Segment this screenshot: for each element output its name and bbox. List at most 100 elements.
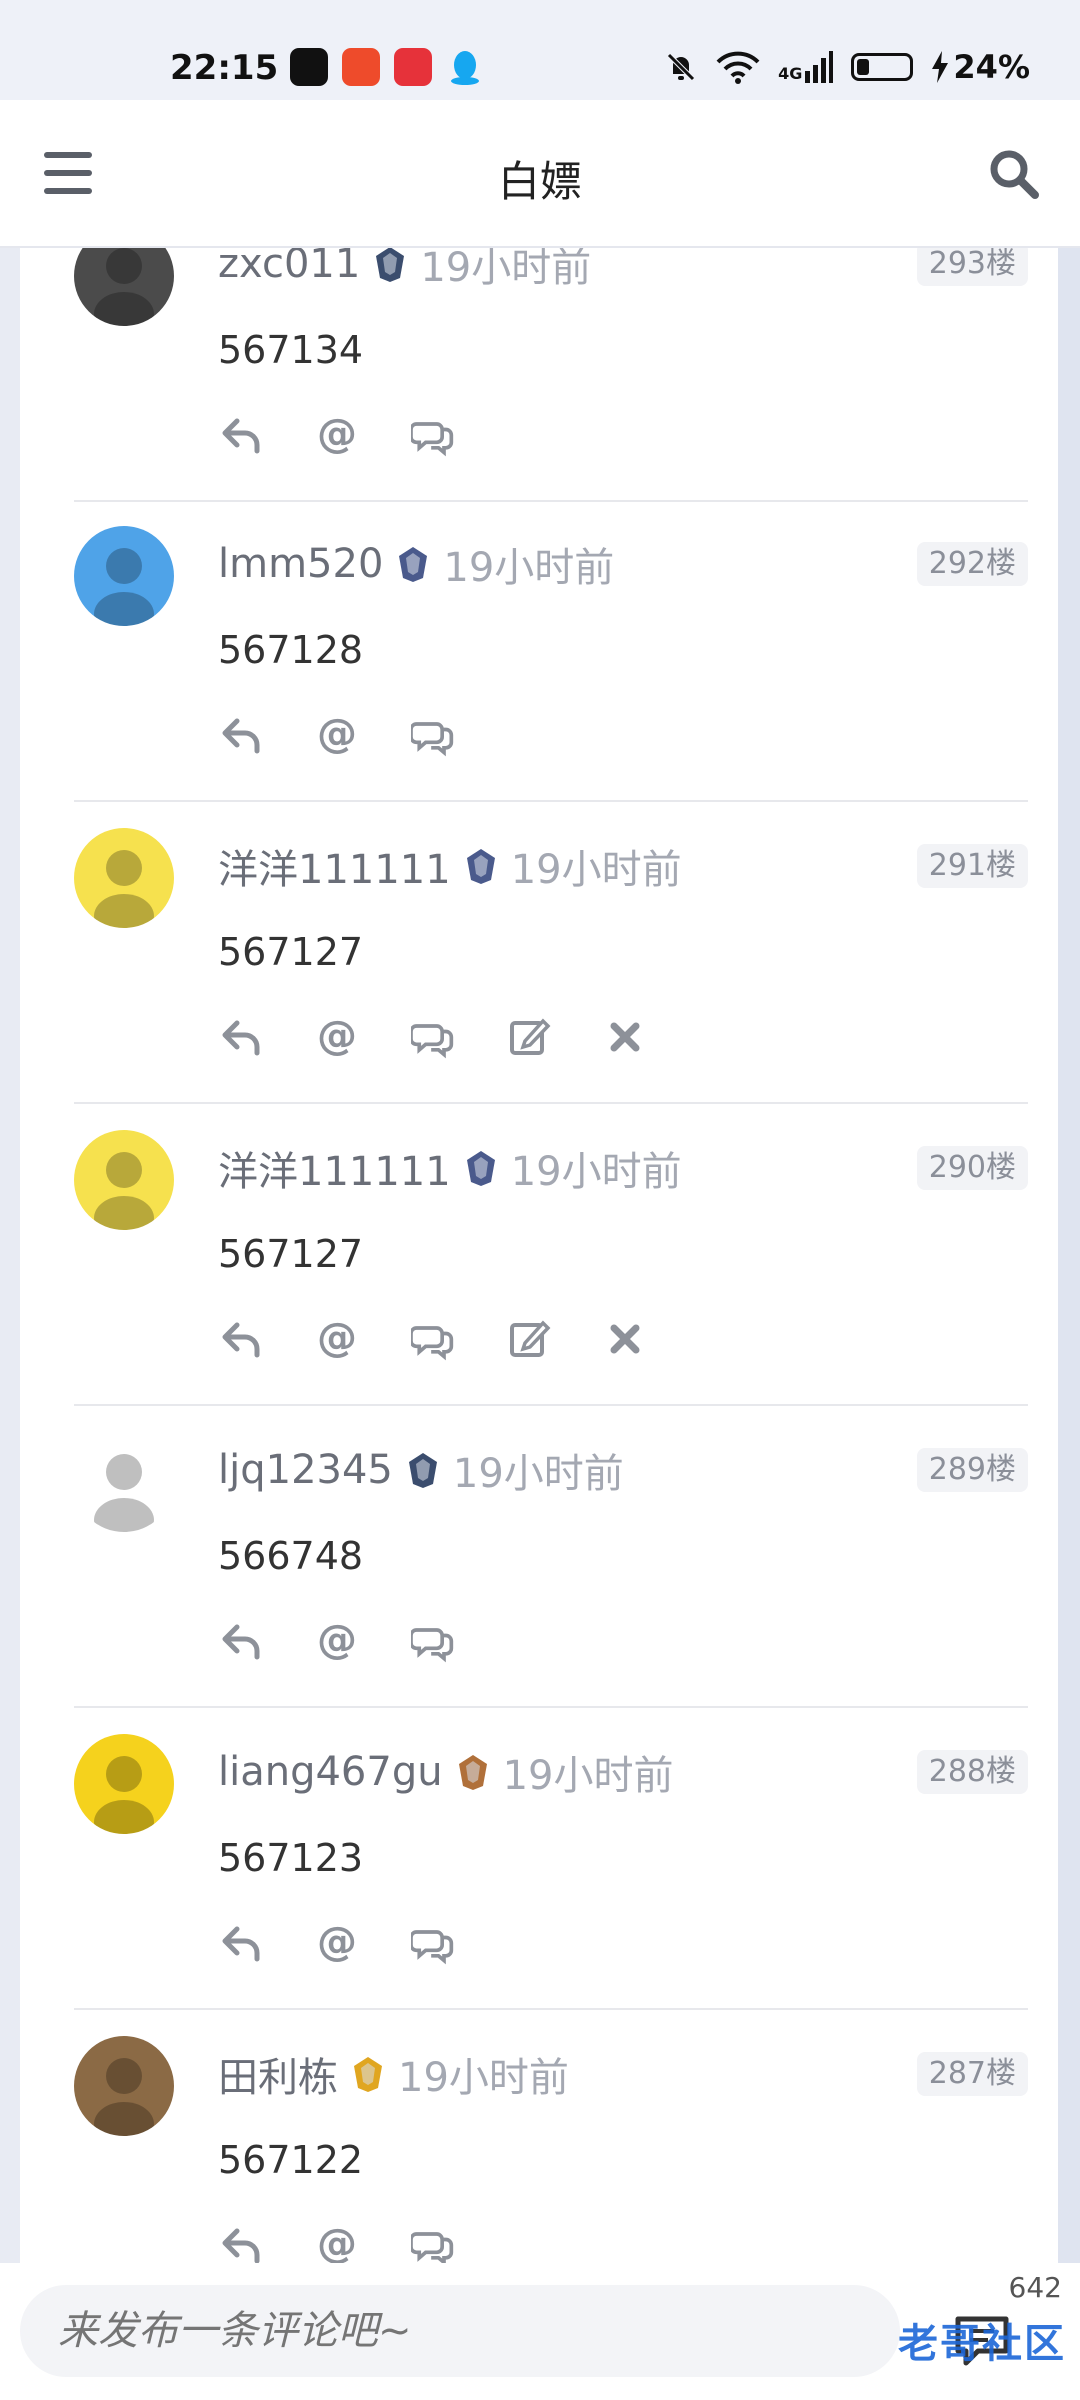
mention-icon[interactable]: @	[314, 1014, 360, 1060]
user-meta: liang467gu 19小时前	[218, 1746, 674, 1799]
username[interactable]: liang467gu	[218, 1749, 443, 1795]
comment-list[interactable]: zxc011 19小时前 293楼 567134 @ lmm520 19小时前 …	[20, 248, 1060, 2263]
comment-text: 567128	[218, 628, 364, 672]
comment-actions: @	[218, 1316, 648, 1362]
rank-badge-icon	[458, 1755, 487, 1790]
battery-percent: 24%	[953, 48, 1030, 86]
svg-text:@: @	[317, 1015, 357, 1059]
mention-icon[interactable]: @	[314, 1316, 360, 1362]
floor-number: 290楼	[916, 1146, 1028, 1190]
user-meta: 洋洋111111 19小时前	[218, 1139, 682, 1197]
status-bar: 22:15 4G 24%	[0, 0, 1080, 100]
post-time: 19小时前	[420, 248, 592, 291]
delete-icon[interactable]	[602, 1014, 648, 1060]
rank-badge-icon	[376, 248, 405, 282]
username[interactable]: ljq12345	[218, 1447, 393, 1493]
quote-comment-icon[interactable]	[410, 712, 456, 758]
comment-text: 567123	[218, 1836, 364, 1880]
rank-badge-icon	[466, 849, 495, 884]
quote-comment-icon[interactable]	[410, 1920, 456, 1966]
delete-icon[interactable]	[602, 1316, 648, 1362]
username[interactable]: zxc011	[218, 248, 360, 287]
reply-icon[interactable]	[218, 1920, 264, 1966]
floor-number: 287楼	[916, 2052, 1028, 2096]
avatar[interactable]	[74, 1130, 174, 1230]
post-time: 19小时前	[510, 847, 682, 893]
avatar[interactable]	[74, 1432, 174, 1532]
reply-icon[interactable]	[218, 1618, 264, 1664]
post-time: 19小时前	[398, 2055, 569, 2101]
comment-actions: @	[218, 2222, 456, 2263]
avatar[interactable]	[74, 526, 174, 626]
comment-item: lmm520 19小时前 292楼 567128 @	[74, 500, 1028, 802]
username[interactable]: 洋洋111111	[218, 1139, 451, 1197]
svg-text:@: @	[317, 1619, 357, 1663]
quote-comment-icon[interactable]	[410, 2222, 456, 2263]
quote-comment-icon[interactable]	[410, 1014, 456, 1060]
comment-input[interactable]	[20, 2285, 900, 2377]
avatar[interactable]	[74, 828, 174, 928]
reply-icon[interactable]	[218, 1316, 264, 1362]
comment-actions: @	[218, 712, 456, 758]
floor-number: 288楼	[916, 1750, 1028, 1794]
reply-icon[interactable]	[218, 1014, 264, 1060]
avatar[interactable]	[74, 2036, 174, 2136]
wifi-icon	[716, 51, 760, 84]
music-icon	[394, 48, 432, 86]
watermark-logo: 老哥社区	[898, 2321, 1066, 2367]
mention-icon[interactable]: @	[314, 1920, 360, 1966]
comment-actions: @	[218, 1920, 456, 1966]
status-time: 22:15	[170, 48, 279, 88]
mention-icon[interactable]: @	[314, 412, 360, 458]
user-meta: 洋洋111111 19小时前	[218, 837, 682, 895]
floor-number: 291楼	[916, 844, 1028, 888]
comment-actions: @	[218, 1618, 456, 1664]
post-time: 19小时前	[502, 1753, 674, 1799]
user-meta: ljq12345 19小时前	[218, 1444, 624, 1497]
reply-icon[interactable]	[218, 412, 264, 458]
svg-text:@: @	[317, 2223, 357, 2263]
post-time: 19小时前	[443, 545, 615, 591]
rank-badge-icon	[354, 2057, 382, 2092]
mention-icon[interactable]: @	[314, 2222, 360, 2263]
quote-comment-icon[interactable]	[410, 412, 456, 458]
comment-count: 642	[1008, 2271, 1062, 2304]
comment-bar: 642 老哥社区	[0, 2263, 1080, 2400]
tiktok-icon	[290, 48, 328, 86]
comment-actions: @	[218, 1014, 648, 1060]
comment-text: 567127	[218, 1232, 364, 1276]
quote-comment-icon[interactable]	[410, 1316, 456, 1362]
comment-item: 田利栋 19小时前 287楼 567122 @	[74, 2010, 1028, 2263]
mute-bell-icon	[667, 53, 695, 81]
edit-icon[interactable]	[506, 1316, 552, 1362]
scroll-track	[1058, 248, 1080, 2263]
svg-text:@: @	[317, 413, 357, 457]
mention-icon[interactable]: @	[314, 1618, 360, 1664]
post-time: 19小时前	[452, 1451, 624, 1497]
svg-text:@: @	[317, 713, 357, 757]
comment-item: 洋洋111111 19小时前 291楼 567127 @	[74, 802, 1028, 1104]
svg-text:@: @	[317, 1317, 357, 1361]
quote-comment-icon[interactable]	[410, 1618, 456, 1664]
user-meta: 田利栋 19小时前	[218, 2045, 569, 2103]
qq-icon	[446, 48, 484, 86]
search-icon[interactable]	[988, 148, 1040, 200]
avatar[interactable]	[74, 1734, 174, 1834]
battery-icon	[851, 53, 914, 81]
reply-icon[interactable]	[218, 712, 264, 758]
edit-icon[interactable]	[506, 1014, 552, 1060]
mention-icon[interactable]: @	[314, 712, 360, 758]
username[interactable]: lmm520	[218, 541, 383, 587]
page-title: 白嫖	[497, 157, 582, 206]
comment-item: zxc011 19小时前 293楼 567134 @	[74, 248, 1028, 502]
status-right: 4G 24%	[664, 48, 1030, 86]
comment-item: 洋洋111111 19小时前 290楼 567127 @	[74, 1104, 1028, 1406]
reply-icon[interactable]	[218, 2222, 264, 2263]
comment-text: 567127	[218, 930, 364, 974]
user-meta: zxc011 19小时前	[218, 248, 592, 291]
username[interactable]: 田利栋	[218, 2045, 338, 2103]
avatar[interactable]	[74, 248, 174, 326]
username[interactable]: 洋洋111111	[218, 837, 451, 895]
floor-number: 292楼	[916, 542, 1028, 586]
signal-icon	[805, 51, 834, 83]
